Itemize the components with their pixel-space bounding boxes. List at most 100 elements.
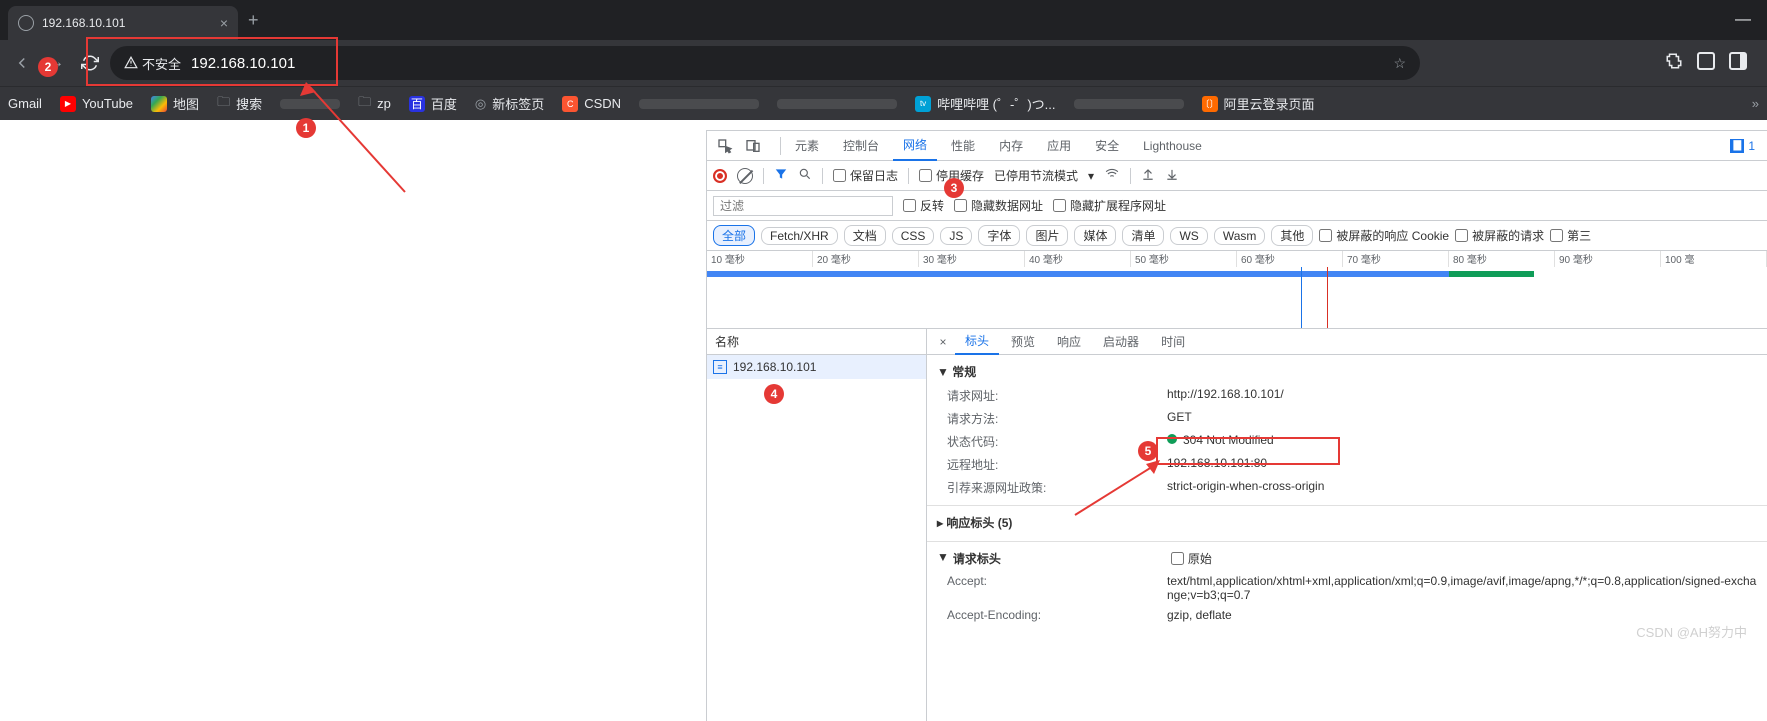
network-main: 名称 ≡ 192.168.10.101 × 标头 预览 响应 启动器 时间 ▼ …: [707, 329, 1767, 721]
invert-checkbox[interactable]: 反转: [903, 197, 944, 214]
section-response-headers[interactable]: ▸ 响应标头 (5): [927, 505, 1767, 535]
wifi-icon[interactable]: [1104, 167, 1120, 184]
bookmark-hidden-3[interactable]: [777, 99, 897, 109]
preserve-log-checkbox[interactable]: 保留日志: [833, 167, 898, 184]
close-detail-icon[interactable]: ×: [933, 335, 953, 349]
devtools-tab-security[interactable]: 安全: [1085, 131, 1129, 161]
reload-button[interactable]: [76, 49, 104, 77]
browser-tab[interactable]: 192.168.10.101 ×: [8, 6, 238, 40]
network-timeline[interactable]: 10 毫秒 20 毫秒 30 毫秒 40 毫秒 50 毫秒 60 毫秒 70 毫…: [707, 251, 1767, 329]
column-header-name[interactable]: 名称: [707, 329, 926, 355]
type-ws[interactable]: WS: [1170, 227, 1207, 245]
clear-button[interactable]: [737, 168, 753, 184]
bookmark-newtab[interactable]: ◎新标签页: [475, 94, 544, 113]
maps-icon: [151, 96, 167, 112]
devtools-tab-lighthouse[interactable]: Lighthouse: [1133, 131, 1212, 161]
throttling-arrow-icon[interactable]: ▾: [1088, 169, 1094, 183]
blocked-requests-checkbox[interactable]: 被屏蔽的请求: [1455, 227, 1544, 244]
devtools-tab-network[interactable]: 网络: [893, 131, 937, 161]
detail-tab-headers[interactable]: 标头: [955, 329, 999, 355]
detail-tab-preview[interactable]: 预览: [1001, 329, 1045, 355]
bookmark-bilibili[interactable]: tv哔哩哔哩 (゜-゜)つ...: [915, 94, 1055, 113]
section-general[interactable]: ▼ 常规: [927, 359, 1767, 384]
forward-button[interactable]: →: [42, 49, 70, 77]
bookmark-gmail[interactable]: Gmail: [8, 96, 42, 111]
detail-tab-timing[interactable]: 时间: [1151, 329, 1195, 355]
type-media[interactable]: 媒体: [1074, 225, 1116, 246]
section-request-headers[interactable]: ▼ 请求标头 原始: [927, 541, 1767, 571]
raw-checkbox[interactable]: 原始: [1171, 550, 1212, 567]
security-label: 不安全: [142, 54, 181, 73]
bookmarks-overflow-icon[interactable]: »: [1752, 96, 1759, 111]
request-list: 名称 ≡ 192.168.10.101: [707, 329, 927, 721]
record-button[interactable]: [713, 169, 727, 183]
devtools-tab-application[interactable]: 应用: [1037, 131, 1081, 161]
csdn-icon: C: [562, 96, 578, 112]
type-img[interactable]: 图片: [1026, 225, 1068, 246]
type-fetch[interactable]: Fetch/XHR: [761, 227, 838, 245]
folder-icon: 🗀: [358, 93, 371, 115]
bookmark-csdn[interactable]: CCSDN: [562, 96, 621, 112]
hide-data-urls-checkbox[interactable]: 隐藏数据网址: [954, 197, 1043, 214]
filter-input[interactable]: [713, 196, 893, 216]
headers-pane: ▼ 常规 请求网址:http://192.168.10.101/ 请求方法:GE…: [927, 355, 1767, 721]
type-font[interactable]: 字体: [978, 225, 1020, 246]
bookmark-hidden-2[interactable]: [639, 99, 759, 109]
inspect-element-icon[interactable]: [713, 134, 737, 158]
bookmark-hidden-4[interactable]: [1074, 99, 1184, 109]
side-panel-icon[interactable]: [1729, 52, 1747, 70]
disable-cache-checkbox[interactable]: 停用缓存: [919, 167, 984, 184]
detail-tabs: × 标头 预览 响应 启动器 时间: [927, 329, 1767, 355]
network-toolbar: 保留日志 停用缓存 已停用节流模式 ▾: [707, 161, 1767, 191]
devtools-tab-memory[interactable]: 内存: [989, 131, 1033, 161]
globe-icon: [18, 15, 34, 31]
type-wasm[interactable]: Wasm: [1214, 227, 1266, 245]
back-button[interactable]: [8, 49, 36, 77]
search-icon[interactable]: [798, 167, 812, 184]
type-manifest[interactable]: 清单: [1122, 225, 1164, 246]
type-css[interactable]: CSS: [892, 227, 935, 245]
third-party-checkbox[interactable]: 第三: [1550, 227, 1591, 244]
detail-tab-response[interactable]: 响应: [1047, 329, 1091, 355]
security-warning[interactable]: 不安全: [124, 54, 181, 73]
devtools-tab-console[interactable]: 控制台: [833, 131, 889, 161]
type-js[interactable]: JS: [940, 227, 972, 245]
filter-toggle-icon[interactable]: [774, 167, 788, 184]
detail-tab-initiator[interactable]: 启动器: [1093, 329, 1149, 355]
type-doc[interactable]: 文档: [844, 225, 886, 246]
download-har-icon[interactable]: [1165, 167, 1179, 184]
new-tab-button[interactable]: +: [248, 10, 259, 31]
extensions-icon[interactable]: [1665, 52, 1683, 75]
bookmark-hidden-1[interactable]: [280, 99, 340, 109]
type-other[interactable]: 其他: [1271, 225, 1313, 246]
hide-extension-urls-checkbox[interactable]: 隐藏扩展程序网址: [1053, 197, 1166, 214]
bookmark-search-folder[interactable]: 🗀搜索: [217, 93, 262, 115]
bookmark-baidu[interactable]: 百百度: [409, 94, 457, 113]
close-tab-icon[interactable]: ×: [220, 15, 228, 31]
request-name: 192.168.10.101: [733, 360, 816, 374]
bookmark-star-icon[interactable]: ☆: [1393, 55, 1406, 72]
bilibili-icon: tv: [915, 96, 931, 112]
bookmark-maps[interactable]: 地图: [151, 94, 199, 113]
devtools-tab-strip: 元素 控制台 网络 性能 内存 应用 安全 Lighthouse ▇1: [707, 131, 1767, 161]
baidu-icon: 百: [409, 96, 425, 112]
blocked-cookies-checkbox[interactable]: 被屏蔽的响应 Cookie: [1319, 227, 1449, 244]
devtools-issues-badge[interactable]: ▇1: [1730, 139, 1761, 153]
address-bar[interactable]: 不安全 192.168.10.101 ☆: [110, 46, 1420, 80]
devtools-tab-elements[interactable]: 元素: [785, 131, 829, 161]
upload-har-icon[interactable]: [1141, 167, 1155, 184]
throttling-dropdown[interactable]: 已停用节流模式: [994, 167, 1078, 184]
bookmark-zp-folder[interactable]: 🗀zp: [358, 93, 391, 115]
annotation-badge-1: 1: [296, 118, 316, 138]
request-row[interactable]: ≡ 192.168.10.101: [707, 355, 926, 379]
folder-icon: 🗀: [217, 93, 230, 115]
warning-icon: [124, 56, 138, 70]
bookmark-aliyun[interactable]: 〔〕阿里云登录页面: [1202, 94, 1315, 113]
bookmark-youtube[interactable]: ▶YouTube: [60, 96, 133, 112]
minimize-icon[interactable]: —: [1735, 11, 1751, 29]
url-toolbar: → 不安全 192.168.10.101 ☆: [0, 40, 1767, 86]
profile-icon[interactable]: [1697, 52, 1715, 70]
devtools-tab-performance[interactable]: 性能: [941, 131, 985, 161]
type-all[interactable]: 全部: [713, 225, 755, 246]
device-toggle-icon[interactable]: [741, 134, 765, 158]
